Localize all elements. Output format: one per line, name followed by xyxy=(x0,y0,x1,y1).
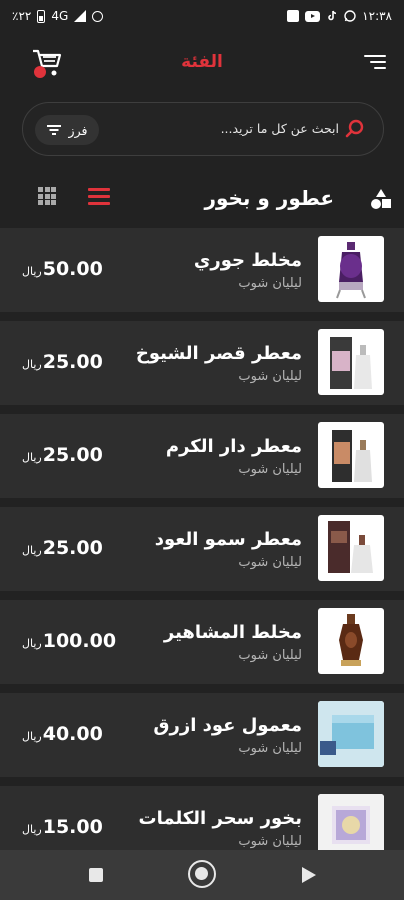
list-view-icon[interactable] xyxy=(88,188,110,206)
product-price: ريال 40.00 xyxy=(22,723,103,745)
product-store: ليليان شوب xyxy=(238,462,302,477)
menu-icon[interactable] xyxy=(364,55,386,71)
battery-percent: ٪٢٢ xyxy=(12,9,32,23)
product-image xyxy=(318,701,384,767)
product-item[interactable]: معمول عود ازرق ليليان شوب ريال 40.00 xyxy=(0,693,404,777)
filter-icon xyxy=(46,125,61,135)
product-item[interactable]: معطر سمو العود ليليان شوب ريال 25.00 xyxy=(0,507,404,591)
price-value: 25.00 xyxy=(42,444,103,466)
price-value: 25.00 xyxy=(42,537,103,559)
sort-label: فرز xyxy=(68,122,88,138)
product-name: مخلط المشاهير xyxy=(163,622,302,643)
product-store: ليليان شوب xyxy=(238,276,302,291)
product-image xyxy=(318,794,384,850)
alarm-icon xyxy=(92,10,104,22)
product-item[interactable]: معطر قصر الشيوخ ليليان شوب ريال 25.00 xyxy=(0,321,404,405)
product-name: معطر دار الكرم xyxy=(165,436,302,457)
product-store: ليليان شوب xyxy=(238,555,302,570)
product-store: ليليان شوب xyxy=(238,834,302,849)
product-price: ريال 25.00 xyxy=(22,351,103,373)
price-value: 15.00 xyxy=(42,816,103,838)
product-list: مخلط جوري ليليان شوب ريال 50.00 معطر قصر… xyxy=(0,228,404,850)
product-image xyxy=(318,608,384,674)
system-nav-bar xyxy=(0,850,404,900)
product-price: ريال 15.00 xyxy=(22,816,103,838)
product-image xyxy=(318,329,384,395)
whatsapp-icon xyxy=(344,10,356,22)
category-header: عطور و بخور xyxy=(0,180,404,220)
category-title: عطور و بخور xyxy=(204,186,334,210)
product-store: ليليان شوب xyxy=(238,369,302,384)
search-input[interactable]: ابحث عن كل ما تريد... xyxy=(221,121,339,136)
app-bar: الفئة xyxy=(0,36,404,90)
status-bar: ٪٢٢ 4G ١٢:٣٨ xyxy=(0,0,404,32)
price-currency: ريال xyxy=(22,637,42,650)
product-image xyxy=(318,422,384,488)
product-price: ريال 25.00 xyxy=(22,444,103,466)
product-name: معطر سمو العود xyxy=(154,529,302,550)
recents-button[interactable] xyxy=(89,868,103,882)
product-store: ليليان شوب xyxy=(238,648,302,663)
grid-view-icon[interactable] xyxy=(38,187,56,205)
product-image xyxy=(318,515,384,581)
category-shapes-icon xyxy=(370,188,392,210)
product-name: مخلط جوري xyxy=(193,250,302,271)
price-value: 40.00 xyxy=(42,723,103,745)
product-price: ريال 100.00 xyxy=(22,630,116,652)
product-image xyxy=(318,236,384,302)
price-currency: ريال xyxy=(22,358,42,371)
product-item[interactable]: مخلط المشاهير ليليان شوب ريال 100.00 xyxy=(0,600,404,684)
product-price: ريال 25.00 xyxy=(22,537,103,559)
product-name: معمول عود ازرق xyxy=(153,715,302,736)
product-store: ليليان شوب xyxy=(238,741,302,756)
status-right: ١٢:٣٨ xyxy=(287,9,392,23)
app-notification-icon xyxy=(287,10,300,22)
search-bar[interactable]: ابحث عن كل ما تريد... فرز xyxy=(22,102,384,156)
battery-icon xyxy=(37,9,46,23)
product-item[interactable]: مخلط جوري ليليان شوب ريال 50.00 xyxy=(0,228,404,312)
search-icon[interactable] xyxy=(345,119,365,139)
product-name: معطر قصر الشيوخ xyxy=(135,343,302,364)
tiktok-icon xyxy=(326,10,338,22)
product-item[interactable]: بخور سحر الكلمات ليليان شوب ريال 15.00 xyxy=(0,786,404,850)
page-title: الفئة xyxy=(181,52,223,72)
sort-button[interactable]: فرز xyxy=(35,115,99,145)
signal-icon xyxy=(74,10,87,22)
price-value: 50.00 xyxy=(42,258,103,280)
price-currency: ريال xyxy=(22,451,42,464)
network-type: 4G xyxy=(51,9,69,23)
status-left: ٪٢٢ 4G xyxy=(12,9,104,23)
product-item[interactable]: معطر دار الكرم ليليان شوب ريال 25.00 xyxy=(0,414,404,498)
youtube-icon xyxy=(305,10,321,22)
price-currency: ريال xyxy=(22,823,42,836)
price-value: 25.00 xyxy=(42,351,103,373)
clock: ١٢:٣٨ xyxy=(362,9,392,23)
price-currency: ريال xyxy=(22,730,42,743)
home-button[interactable] xyxy=(188,860,216,888)
back-button[interactable] xyxy=(302,867,316,883)
price-currency: ريال xyxy=(22,265,42,278)
price-currency: ريال xyxy=(22,544,42,557)
product-name: بخور سحر الكلمات xyxy=(138,808,302,829)
product-price: ريال 50.00 xyxy=(22,258,103,280)
price-value: 100.00 xyxy=(42,630,117,652)
